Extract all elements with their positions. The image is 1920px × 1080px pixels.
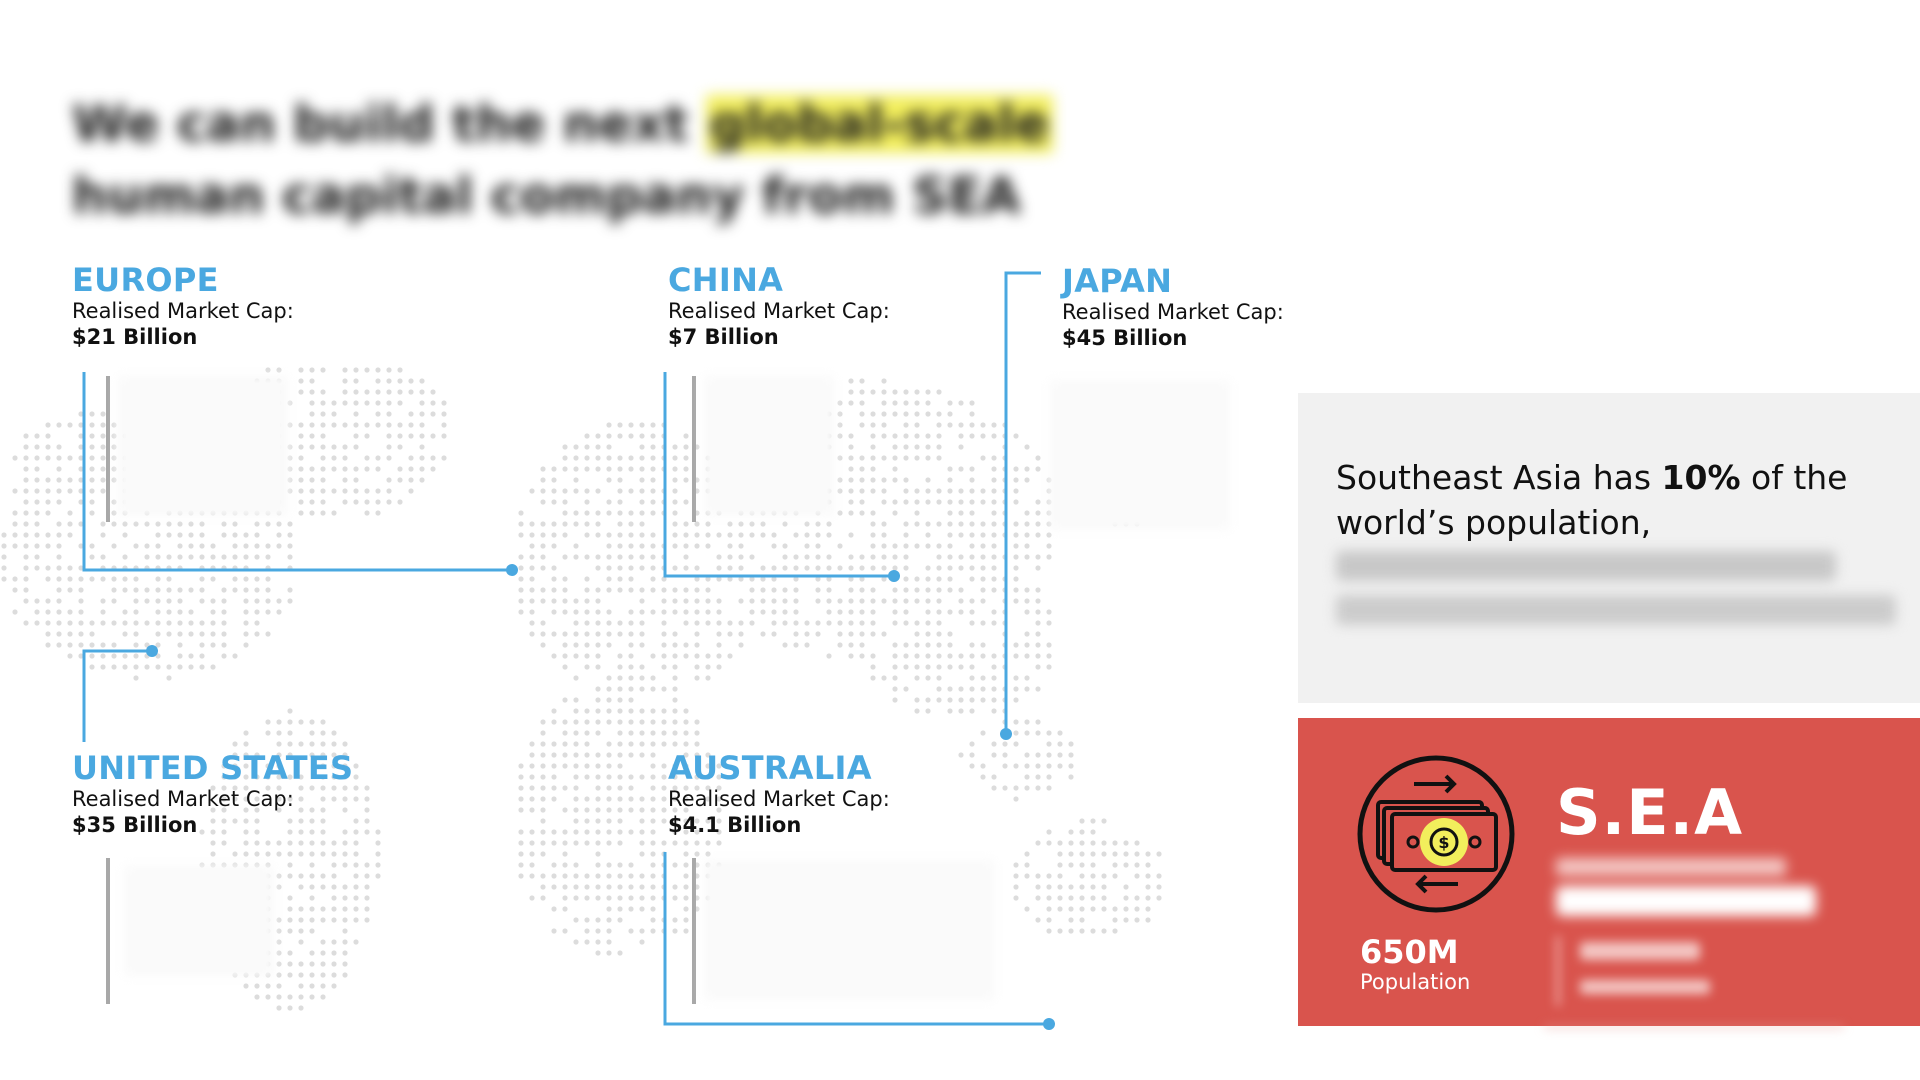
region-cap-label: Realised Market Cap:: [72, 787, 294, 811]
region-australia: AUSTRALIA Realised Market Cap: $4.1 Bill…: [668, 750, 890, 838]
us-connector-dot: [146, 645, 158, 657]
china-logo-divider: [692, 376, 696, 522]
money-exchange-icon: $: [1357, 755, 1515, 913]
region-cap-label: Realised Market Cap:: [1062, 300, 1284, 324]
region-united-states: UNITED STATES Realised Market Cap: $35 B…: [72, 750, 353, 838]
region-japan: JAPAN Realised Market Cap: $45 Billion: [1062, 263, 1284, 351]
population-percent: 10%: [1661, 458, 1741, 497]
us-logo-divider: [106, 858, 110, 1004]
population-label: Population: [1360, 970, 1471, 994]
population-value: 650M: [1360, 933, 1459, 971]
blurred-statement: [1336, 543, 1896, 625]
sea-blurred-subtitle: [1556, 858, 1816, 916]
region-name: EUROPE: [72, 261, 219, 299]
china-connector-dot: [888, 570, 900, 582]
region-cap-value: $45 Billion: [1062, 326, 1188, 350]
japan-company-logos: [1050, 380, 1230, 530]
region-cap-value: $7 Billion: [668, 325, 779, 349]
sea-panel: $ S.E.A 650M Population: [1298, 718, 1920, 1028]
us-company-logos: [124, 866, 274, 976]
us-connector: [82, 649, 152, 742]
slide: We can build the next global-scale human…: [0, 0, 1920, 1080]
sea-title: S.E.A: [1556, 776, 1744, 849]
region-china: CHINA Realised Market Cap: $7 Billion: [668, 262, 890, 350]
sea-population-stat: 650M Population: [1360, 934, 1470, 994]
population-info-panel: Southeast Asia has 10% of the world’s po…: [1298, 393, 1920, 703]
region-europe: EUROPE Realised Market Cap: $21 Billion: [72, 262, 294, 350]
region-name: CHINA: [668, 261, 784, 299]
australia-connector-dot: [1043, 1018, 1055, 1030]
region-cap-label: Realised Market Cap:: [668, 787, 890, 811]
region-cap-value: $21 Billion: [72, 325, 198, 349]
australia-logo-divider: [692, 858, 696, 1004]
region-name: UNITED STATES: [72, 749, 354, 787]
australia-company-logos: [704, 860, 994, 1000]
japan-connector-dot: [1000, 728, 1012, 740]
europe-company-logos: [118, 376, 288, 516]
region-cap-value: $4.1 Billion: [668, 813, 802, 837]
region-cap-label: Realised Market Cap:: [72, 299, 294, 323]
population-text-pre: Southeast Asia has: [1336, 458, 1662, 497]
europe-logo-divider: [106, 376, 110, 522]
china-company-logos: [704, 376, 834, 516]
japan-connector: [1004, 271, 1041, 734]
population-statement: Southeast Asia has 10% of the world’s po…: [1336, 455, 1920, 545]
region-name: JAPAN: [1062, 262, 1173, 300]
region-cap-label: Realised Market Cap:: [668, 299, 890, 323]
europe-connector-dot: [506, 564, 518, 576]
region-cap-value: $35 Billion: [72, 813, 198, 837]
svg-text:$: $: [1438, 833, 1449, 852]
region-name: AUSTRALIA: [668, 749, 872, 787]
